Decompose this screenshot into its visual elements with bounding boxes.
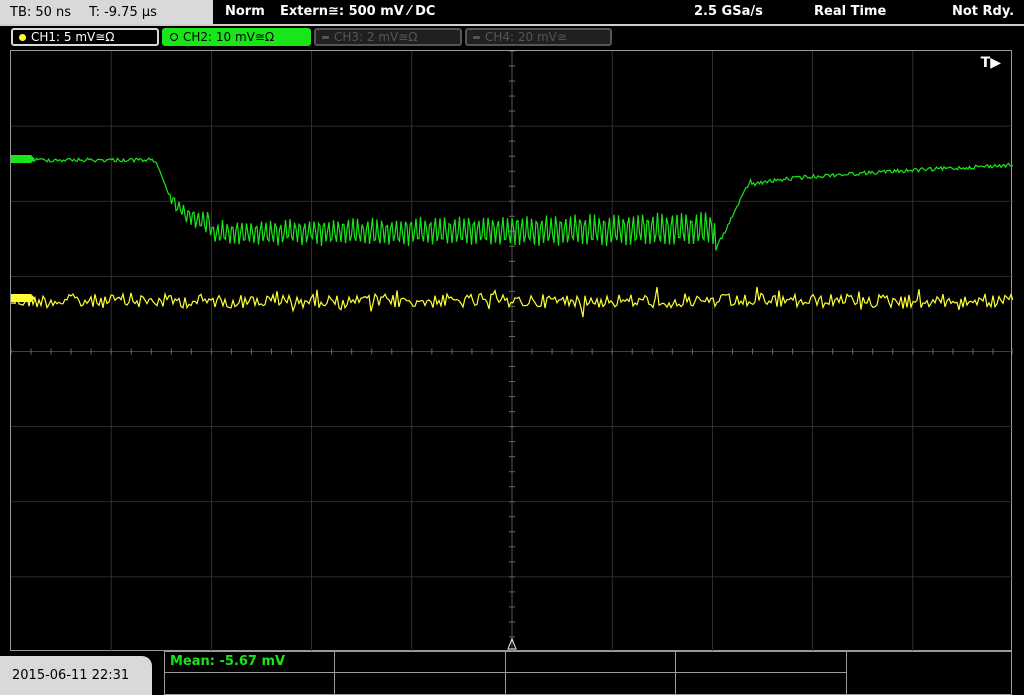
channel-2-label: CH2: 10 mV≅Ω [183, 30, 275, 44]
measurement-cell [165, 673, 335, 694]
channel-3-off-icon [322, 35, 329, 39]
measurement-cell [335, 673, 506, 694]
measurement-cell [676, 652, 847, 673]
timebase-panel[interactable]: TB: 50 ns T: -9.75 µs [0, 0, 213, 25]
channel-4-tab[interactable]: CH4: 20 mV≅ [465, 28, 612, 46]
channel-1-ground-marker[interactable] [11, 294, 35, 302]
trigger-status-bar[interactable]: Norm Extern≅: 500 mV ⁄ DC 2.5 GSa/s Real… [216, 0, 1024, 24]
datetime-label: 2015-06-11 22:31 [12, 668, 130, 683]
channel-1-label: CH1: 5 mV≅Ω [31, 30, 115, 44]
measurement-cell [676, 673, 847, 694]
trigger-source: Extern≅: 500 mV ⁄ DC [280, 4, 436, 19]
channel-1-dot-icon [19, 33, 26, 41]
graticule [11, 51, 1013, 652]
channel-4-label: CH4: 20 mV≅ [485, 30, 567, 44]
measurement-cell [335, 652, 506, 673]
timebase-readout: TB: 50 ns [10, 4, 72, 20]
ready-state: Not Rdy. [952, 4, 1015, 19]
channel-1-tab[interactable]: CH1: 5 mV≅Ω [11, 28, 159, 46]
trigger-time-readout: T: -9.75 µs [89, 4, 157, 20]
acquisition-mode: Real Time [814, 4, 887, 19]
channel-3-tab[interactable]: CH3: 2 mV≅Ω [314, 28, 462, 46]
channel-2-dot-icon [170, 33, 178, 41]
channel-2-ground-marker[interactable] [11, 155, 35, 163]
datetime-display: 2015-06-11 22:31 [0, 656, 152, 695]
mean-measurement: Mean: -5.67 mV [170, 654, 286, 669]
measurement-cell [506, 673, 676, 694]
trigger-indicator-icon: T▶ [980, 55, 1001, 71]
sample-rate: 2.5 GSa/s [694, 4, 763, 19]
measurement-panel[interactable]: Mean: -5.67 mV [164, 651, 1012, 695]
trigger-mode: Norm [225, 4, 265, 19]
measurement-cell [506, 652, 676, 673]
header-divider [0, 24, 1024, 26]
channel-4-off-icon [473, 35, 480, 39]
channel-3-label: CH3: 2 mV≅Ω [334, 30, 418, 44]
channel-2-tab[interactable]: CH2: 10 mV≅Ω [162, 28, 311, 46]
waveform-canvas[interactable] [11, 51, 1013, 652]
waveform-display[interactable]: T▶ [10, 50, 1013, 652]
